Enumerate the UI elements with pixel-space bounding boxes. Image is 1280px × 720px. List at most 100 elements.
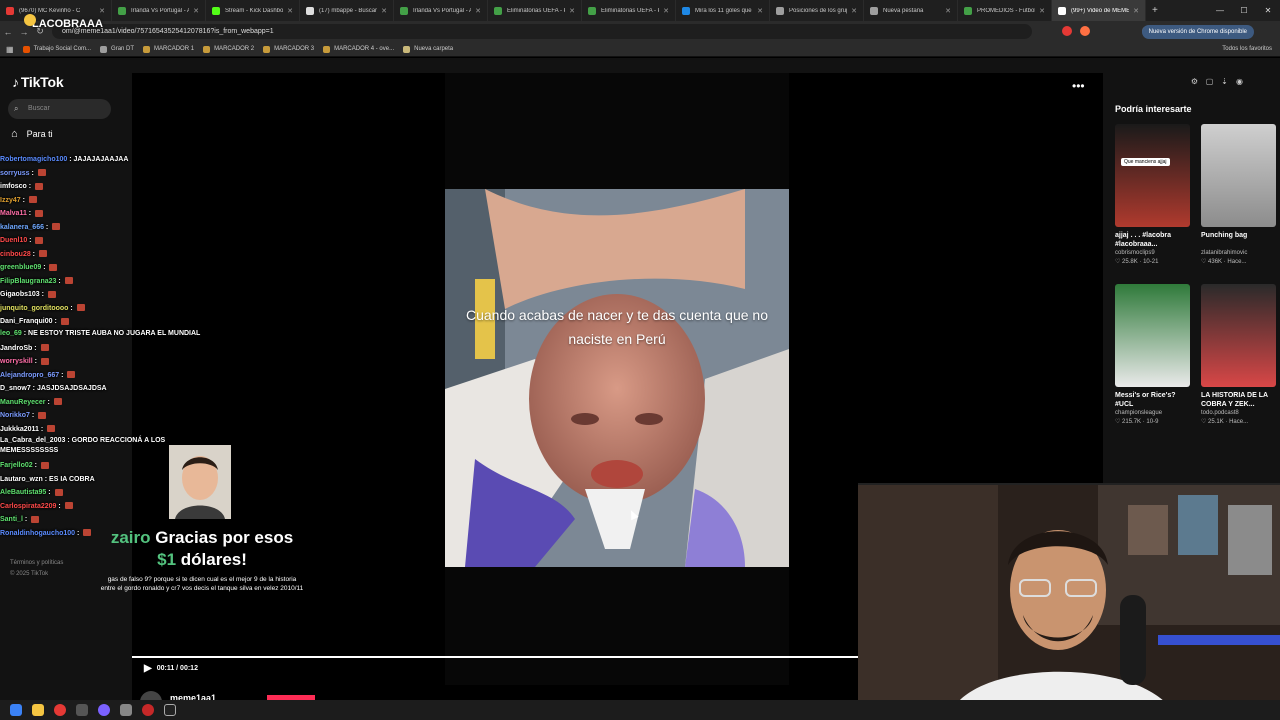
chat-message: Norikko7 : [0,409,225,423]
minimize-icon[interactable]: — [1208,0,1232,21]
chat-username: Alejandropro_667 [0,371,60,379]
extension-icon[interactable] [1080,26,1090,36]
profile-icon[interactable]: ◉ [1232,77,1247,86]
close-window-icon[interactable]: ✕ [1256,0,1280,21]
new-tab-icon[interactable]: + [1152,5,1158,16]
stream-logo-icon [24,14,36,26]
chat-username: junquito_gorditoooo [0,304,69,312]
app-icon[interactable] [120,704,132,716]
download-icon[interactable]: ⇣ [1217,77,1232,86]
browser-tab[interactable]: Irlanda Vs Portugal - A ✕ [112,0,206,21]
app-icon[interactable] [142,704,154,716]
chat-username: Ronaldinhogaucho100 [0,529,76,537]
bookmark-item[interactable]: MARCADOR 1 [143,45,194,53]
copy-icon[interactable]: ▢ [1202,77,1217,86]
heart-icon: ♡ [1115,259,1123,265]
tab-close-icon[interactable]: ✕ [851,7,857,15]
emote-icon [35,236,44,244]
chrome-update-button[interactable]: Nueva versión de Chrome disponible [1141,25,1254,39]
browser-tab[interactable]: (17) mbappe - Buscar ✕ [300,0,394,21]
browser-tab[interactable]: (99+) Video de MEME ✕ [1052,0,1146,21]
tab-close-icon[interactable]: ✕ [1039,7,1045,15]
tab-close-icon[interactable]: ✕ [381,7,387,15]
tab-favicon-icon [870,6,878,15]
browser-tab[interactable]: Mira los 11 goles que ✕ [676,0,770,21]
suggested-video-card[interactable]: Messi's or Rice's? #UCL championsleague ♡ … [1115,284,1190,425]
tab-close-icon[interactable]: ✕ [569,7,575,15]
tab-favicon-icon [494,6,502,15]
app-icon[interactable] [98,704,110,716]
search-input[interactable]: ⌕ Buscar [8,99,111,119]
bookmark-item[interactable]: MARCADOR 2 [203,45,254,53]
chat-username: Lautaro_wzn [0,475,43,483]
video-caption: Cuando acabas de nacer y te das cuenta q… [466,307,768,347]
tab-label: Irlanda Vs Portugal - A [131,7,190,14]
video-frame-image [445,189,789,567]
suggested-video-card[interactable]: Punching bag zlatanibrahimovic ♡ 436K · Ha… [1201,124,1276,265]
tab-close-icon[interactable]: ✕ [99,7,105,15]
app-icon[interactable] [164,704,176,716]
browser-toolbar: ← → ↻ om/@meme1aa1/video/757165435254120… [0,21,1280,42]
chat-separator: : [29,412,37,419]
emote-icon [76,304,85,312]
windows-start-icon[interactable] [10,704,22,716]
chat-separator: : [45,398,52,406]
nav-for-you[interactable]: ⌂ Para ti [11,128,53,140]
chat-username: Santi_l [0,516,23,523]
terms-link[interactable]: Términos y políticas [10,558,63,569]
video-progress-bar[interactable] [132,656,859,658]
chrome-icon[interactable] [54,704,66,716]
browser-tab[interactable]: Stream - Kick Dashbo ✕ [206,0,300,21]
back-icon[interactable]: ← [0,27,16,37]
tab-close-icon[interactable]: ✕ [475,7,481,15]
tab-close-icon[interactable]: ✕ [945,7,951,15]
bookmark-item[interactable]: Gran DT [100,45,134,53]
tab-close-icon[interactable]: ✕ [193,7,199,15]
emote-icon [40,357,49,365]
suggested-video-card[interactable]: LA HISTORIA DE LA COBRA Y ZEK... todo.pod… [1201,284,1276,425]
play-icon[interactable]: ▶ [144,663,152,674]
browser-tab[interactable]: Eliminatorias UEFA - P ✕ [582,0,676,21]
app-icon[interactable] [76,704,88,716]
browser-tab[interactable]: Irlanda Vs Portugal - A ✕ [394,0,488,21]
tab-label: (17) mbappe - Buscar [319,7,378,14]
card-stats: ♡ 25.1K · Hace... [1201,418,1276,425]
webcam-image [858,485,1280,720]
bookmark-item[interactable]: MARCADOR 3 [263,45,315,53]
card-date: 10-9 [1146,419,1159,425]
chat-message: cinbou28 : [0,248,225,262]
all-favorites-link[interactable]: Todos los favoritos [1222,42,1272,57]
address-bar[interactable]: om/@meme1aa1/video/7571654352541207816?i… [52,24,1032,39]
file-explorer-icon[interactable] [32,704,44,716]
tab-close-icon[interactable]: ✕ [757,7,763,15]
video-content[interactable]: Cuando acabas de nacer y te das cuenta q… [445,189,789,567]
forward-icon[interactable]: → [16,27,32,37]
bookmark-label: MARCADOR 3 [274,46,315,52]
settings-icon[interactable]: ⚙ [1187,77,1202,86]
tab-label: Nueva pestaña [883,7,924,14]
bookmark-label: Nueva carpeta [414,46,454,52]
chat-message: worryskill : [0,355,225,369]
apps-grid-icon[interactable]: ▦ [6,45,14,54]
bookmark-item[interactable]: Trabajo Social Com... [22,45,91,53]
browser-tab[interactable]: Posiciones de los grup ✕ [770,0,864,21]
extension-icon[interactable] [1062,26,1072,36]
bookmark-item[interactable]: MARCADOR 4 - ove... [323,45,394,53]
suggested-video-card[interactable]: Que manciens ajjaj ajjaj . . . #lacobra #… [1115,124,1190,265]
browser-tab[interactable]: Eliminatorias UEFA - P ✕ [488,0,582,21]
tab-favicon-icon [400,6,408,15]
tiktok-logo[interactable]: ♪ TikTok [12,74,64,90]
panel-toolbar: ⚙ ▢ ⇣ ◉ [1187,77,1247,86]
tab-close-icon[interactable]: ✕ [287,7,293,15]
tab-close-icon[interactable]: ✕ [663,7,669,15]
browser-tab[interactable]: PROMEDIOS - Futbol ✕ [958,0,1052,21]
emote-icon [47,290,56,298]
browser-tab[interactable]: Nueva pestaña ✕ [864,0,958,21]
more-options-icon[interactable]: ••• [1072,79,1085,93]
card-likes: 25.1K [1208,419,1224,425]
maximize-icon[interactable]: ☐ [1232,0,1256,21]
tab-close-icon[interactable]: ✕ [1133,7,1139,15]
bookmark-item[interactable]: Nueva carpeta [403,45,454,53]
emote-icon [52,223,61,231]
video-thumbnail: Que manciens ajjaj [1115,124,1190,227]
